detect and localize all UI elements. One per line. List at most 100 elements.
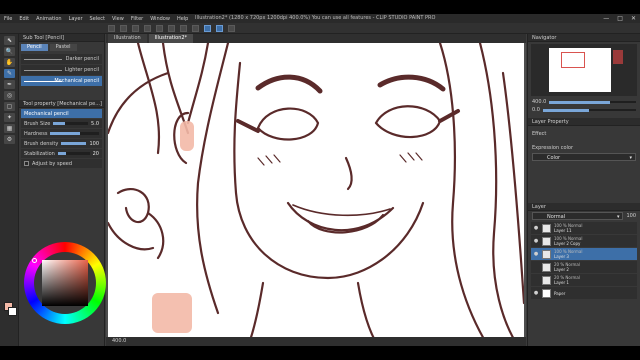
brush-mechanical-pencil[interactable]: Mechanical pencil: [21, 76, 102, 86]
rotation-slider[interactable]: [542, 109, 636, 112]
maximize-icon[interactable]: □: [617, 15, 623, 22]
layer-row[interactable]: ● 100 % Normal Layer 2 Copy: [531, 235, 637, 247]
layer-panel-header: Layer: [528, 203, 640, 211]
layer-row[interactable]: ● Paper: [531, 287, 637, 299]
layer-name: Layer 1: [554, 280, 569, 285]
snap-grid-icon[interactable]: [216, 24, 223, 32]
new-file-icon[interactable]: [108, 24, 115, 32]
menu-file[interactable]: File: [4, 16, 12, 22]
layer-thumbnail: [542, 262, 551, 272]
save-icon[interactable]: [132, 24, 139, 32]
transform-icon[interactable]: [180, 24, 187, 32]
settings-tool-icon[interactable]: ⚙: [4, 135, 15, 144]
chevron-down-icon: ▾: [629, 155, 632, 161]
brush-label: Darker pencil: [65, 56, 99, 62]
minimize-icon[interactable]: —: [603, 15, 609, 22]
snap-ruler-icon[interactable]: [204, 24, 211, 32]
stabilization-row[interactable]: Stabilization 20: [21, 149, 102, 158]
tool-property-name-label: Mechanical pencil: [24, 110, 69, 117]
expression-color-select[interactable]: Color ▾: [532, 153, 636, 161]
close-icon[interactable]: ✕: [631, 15, 636, 22]
tool-property-name: Mechanical pencil: [21, 109, 102, 118]
prop-value: 20: [92, 150, 99, 157]
move-tool-icon[interactable]: ⬉: [4, 36, 15, 45]
layer-thumbnail: [542, 236, 551, 246]
pen-tool-icon[interactable]: ✒: [4, 80, 15, 89]
menu-animation[interactable]: Animation: [36, 16, 62, 22]
navigator-preview[interactable]: [531, 44, 637, 96]
zoom-slider[interactable]: [549, 101, 636, 104]
snap-perspective-icon[interactable]: [228, 24, 235, 32]
clear-icon[interactable]: [168, 24, 175, 32]
layer-thumbnail: [542, 288, 551, 298]
sub-color-swatch[interactable]: [8, 307, 17, 316]
decoration-tool-icon[interactable]: ✦: [4, 113, 15, 122]
title-bar: File Edit Animation Layer Select View Fi…: [0, 14, 640, 23]
layer-row[interactable]: ● 100 % Normal Layer 11: [531, 222, 637, 234]
layer-name: Layer 2: [554, 267, 569, 272]
deselect-icon[interactable]: [192, 24, 199, 32]
navigator-rotation-row: 0.0: [528, 106, 640, 114]
app-window: File Edit Animation Layer Select View Fi…: [0, 14, 640, 346]
fill-tool-icon[interactable]: ▦: [4, 124, 15, 133]
layer-row[interactable]: 20 % Normal Layer 2: [531, 261, 637, 273]
hand-tool-icon[interactable]: ✋: [4, 58, 15, 67]
brush-size-row[interactable]: Brush Size 5.0: [21, 119, 102, 128]
menu-help[interactable]: Help: [177, 16, 188, 22]
pencil-tool-icon[interactable]: ✎: [4, 69, 15, 78]
zoom-tool-icon[interactable]: 🔍: [4, 47, 15, 56]
effect-label: Effect: [532, 131, 547, 137]
menu-layer[interactable]: Layer: [69, 16, 83, 22]
menu-view[interactable]: View: [112, 16, 124, 22]
prop-label: Brush density: [24, 140, 59, 147]
tab-illustration2[interactable]: Illustration2*: [148, 34, 194, 43]
canvas-area[interactable]: [106, 43, 526, 346]
eraser-tool-icon[interactable]: ◎: [4, 91, 15, 100]
tab-illustration[interactable]: Illustration: [108, 34, 147, 43]
eye-icon[interactable]: ●: [533, 238, 539, 244]
brush-stroke-preview: [24, 70, 62, 71]
navigator-view-frame[interactable]: [561, 52, 585, 68]
layer-property-section: Effect Expression color Color ▾: [528, 129, 640, 163]
document-tabs: Illustration Illustration2*: [106, 34, 526, 43]
layer-thumbnail: [542, 249, 551, 259]
menu-edit[interactable]: Edit: [19, 16, 29, 22]
hardness-slider[interactable]: [50, 132, 99, 135]
adjust-by-speed-checkbox[interactable]: [24, 161, 29, 166]
menu-filter[interactable]: Filter: [131, 16, 143, 22]
hardness-row[interactable]: Hardness: [21, 129, 102, 138]
layer-row-selected[interactable]: ● 100 % Normal Layer 3: [531, 248, 637, 260]
tab-pencil[interactable]: Pencil: [21, 44, 48, 51]
brush-lighter-pencil[interactable]: Lighter pencil: [21, 65, 102, 75]
menu-select[interactable]: Select: [90, 16, 105, 22]
drawing-canvas[interactable]: [106, 43, 526, 346]
brush-label: Mechanical pencil: [54, 78, 99, 84]
menu-window[interactable]: Window: [150, 16, 170, 22]
adjust-by-speed-row[interactable]: Adjust by speed: [21, 159, 102, 168]
prop-label: Brush Size: [24, 120, 51, 127]
brush-size-slider[interactable]: [53, 122, 89, 125]
blend-mode-select[interactable]: Normal ▾: [532, 212, 624, 220]
eye-icon[interactable]: ●: [533, 225, 539, 231]
layer-row[interactable]: 20 % Normal Layer 1: [531, 274, 637, 286]
stabilization-slider[interactable]: [57, 152, 90, 155]
brush-density-slider[interactable]: [61, 142, 87, 145]
tab-pastel[interactable]: Pastel: [49, 44, 77, 51]
subtool-tabs: Pencil Pastel: [19, 42, 104, 53]
selection-tool-icon[interactable]: ▢: [4, 102, 15, 111]
brush-darker-pencil[interactable]: Darker pencil: [21, 54, 102, 64]
redo-icon[interactable]: [156, 24, 163, 32]
eye-icon[interactable]: ●: [533, 251, 539, 257]
brush-density-row[interactable]: Brush density 100: [21, 139, 102, 148]
open-file-icon[interactable]: [120, 24, 127, 32]
layer-blend-row: Normal ▾ 100: [528, 211, 640, 221]
right-panel: Navigator 400.0 0.0 Layer Property Effec…: [527, 34, 640, 346]
line-art: [106, 43, 526, 346]
saturation-value-square[interactable]: [42, 260, 88, 306]
undo-icon[interactable]: [144, 24, 151, 32]
hue-cursor[interactable]: [32, 258, 37, 263]
color-wheel[interactable]: [24, 242, 106, 324]
layer-name: Paper: [554, 290, 566, 296]
eye-icon[interactable]: ●: [533, 290, 539, 296]
prop-label: Hardness: [24, 130, 48, 137]
